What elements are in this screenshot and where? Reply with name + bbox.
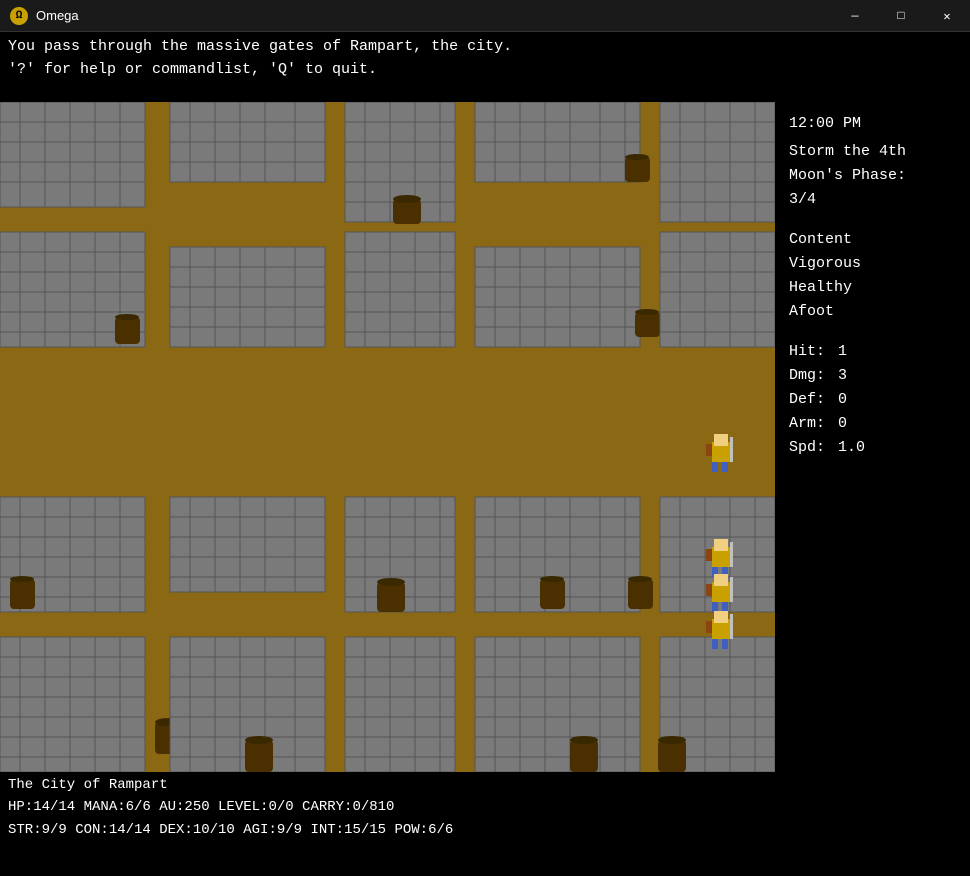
message-line-2: '?' for help or commandlist, 'Q' to quit…	[8, 59, 962, 82]
close-button[interactable]: ✕	[924, 0, 970, 32]
stats-line-1: HP:14/14 MANA:6/6 AU:250 LEVEL:0/0 CARRY…	[8, 796, 962, 818]
stats-line-2: STR:9/9 CON:14/14 DEX:10/10 AGI:9/9 INT:…	[8, 819, 962, 841]
maximize-button[interactable]: □	[878, 0, 924, 32]
minimize-button[interactable]: —	[832, 0, 878, 32]
dmg-label: Dmg:	[789, 367, 825, 384]
message-area: You pass through the massive gates of Ra…	[0, 32, 970, 102]
moon-label: Moon's Phase:	[789, 164, 956, 188]
location-name: The City of Rampart	[8, 774, 962, 796]
def-label: Def:	[789, 391, 825, 408]
side-panel: 12:00 PM Storm the 4th Moon's Phase: 3/4…	[775, 102, 970, 772]
game-map[interactable]	[0, 102, 775, 772]
def-stat: Def: 0	[789, 388, 956, 412]
message-line-1: You pass through the massive gates of Ra…	[8, 36, 962, 59]
hit-stat: Hit: 1	[789, 340, 956, 364]
hit-label: Hit:	[789, 343, 825, 360]
window-controls: — □ ✕	[832, 0, 970, 32]
date-display: Storm the 4th	[789, 140, 956, 164]
dmg-value: 3	[838, 367, 847, 384]
def-value: 0	[838, 391, 847, 408]
status-bar: The City of Rampart HP:14/14 MANA:6/6 AU…	[0, 772, 970, 842]
app-title: Omega	[36, 8, 79, 23]
app-icon: Ω	[10, 7, 28, 25]
moon-value: 3/4	[789, 188, 956, 212]
arm-label: Arm:	[789, 415, 825, 432]
dmg-stat: Dmg: 3	[789, 364, 956, 388]
spd-label: Spd:	[789, 439, 825, 456]
spd-value: 1.0	[838, 439, 865, 456]
status-afoot: Afoot	[789, 300, 956, 324]
hit-value: 1	[838, 343, 847, 360]
main-content: 12:00 PM Storm the 4th Moon's Phase: 3/4…	[0, 102, 970, 772]
status-healthy: Healthy	[789, 276, 956, 300]
status-content: Content	[789, 228, 956, 252]
arm-value: 0	[838, 415, 847, 432]
spd-stat: Spd: 1.0	[789, 436, 956, 460]
arm-stat: Arm: 0	[789, 412, 956, 436]
status-vigorous: Vigorous	[789, 252, 956, 276]
time-display: 12:00 PM	[789, 112, 956, 136]
titlebar: Ω Omega — □ ✕	[0, 0, 970, 32]
